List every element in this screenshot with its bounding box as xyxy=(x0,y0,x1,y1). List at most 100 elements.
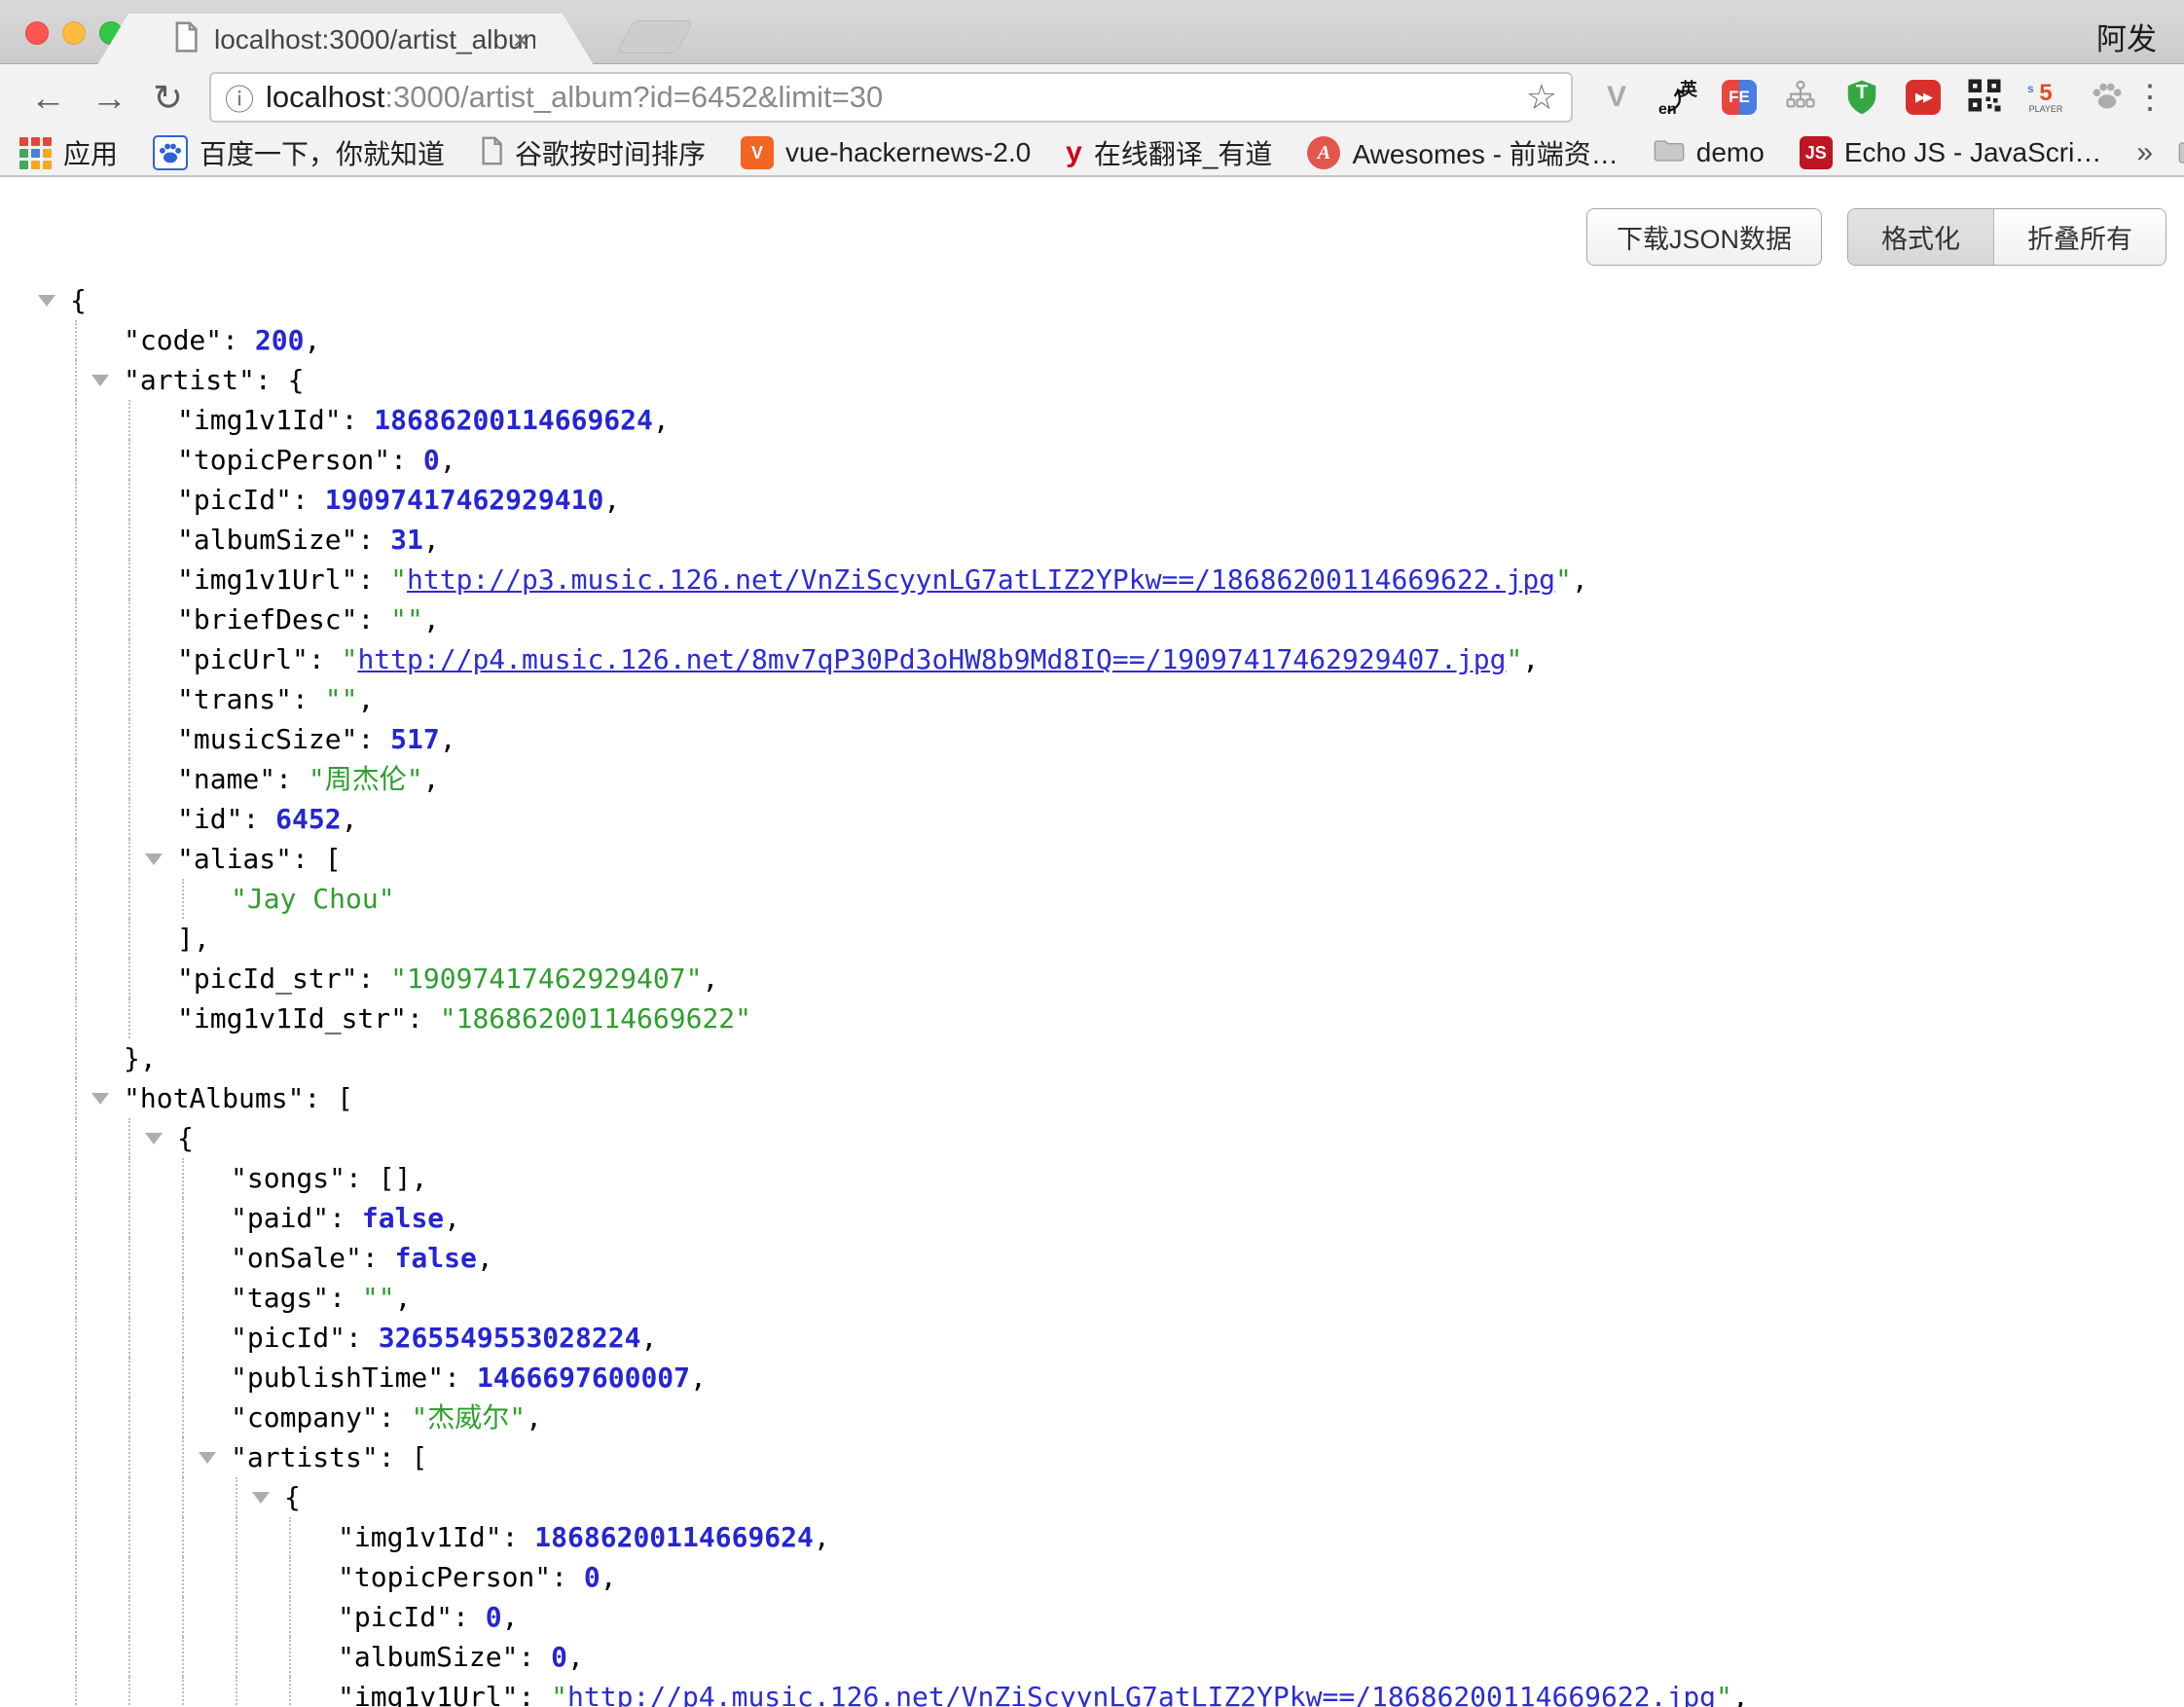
json-key: "picId" xyxy=(231,1322,346,1354)
json-link[interactable]: http://p3.music.126.net/VnZiScyynLG7atLI… xyxy=(407,563,1555,596)
indent-guide-line xyxy=(128,839,130,879)
new-tab-button[interactable] xyxy=(616,20,694,54)
indent-guide-line xyxy=(182,1677,184,1707)
collapse-arrow-icon[interactable] xyxy=(199,1452,216,1464)
collapse-arrow-icon[interactable] xyxy=(145,1133,163,1144)
address-bar[interactable]: ⓘ localhost:3000/artist_album?id=6452&li… xyxy=(209,72,1573,123)
json-comma: , xyxy=(603,484,620,516)
shield-icon[interactable]: T xyxy=(1841,77,1882,118)
indent-guide-line xyxy=(289,1517,291,1557)
json-line-code: "picId": 3265549553028224, xyxy=(0,1318,657,1358)
json-punct: ], xyxy=(177,923,210,955)
json-line-code: "img1v1Id": 18686200114669624, xyxy=(0,1517,830,1557)
html5-player-icon[interactable]: s5PLAYER xyxy=(2025,77,2066,118)
paw-icon[interactable] xyxy=(2087,77,2128,118)
indent-guide-line xyxy=(128,1278,130,1318)
json-comma: , xyxy=(440,444,456,476)
json-key: "code" xyxy=(124,324,222,356)
indent-guide-line xyxy=(128,1118,130,1158)
close-window-button[interactable] xyxy=(25,21,49,45)
json-link[interactable]: http://p4.music.126.net/VnZiScyynLG7atLI… xyxy=(567,1681,1716,1707)
indent-guide-line xyxy=(236,1557,237,1597)
json-line: "name": "周杰伦", xyxy=(0,759,2184,799)
fe-icon[interactable]: FE xyxy=(1719,77,1760,118)
format-button[interactable]: 格式化 xyxy=(1848,209,1993,265)
json-number: 6452 xyxy=(275,803,341,835)
indent-guide-line xyxy=(182,1437,184,1477)
bookmark-google-sorted[interactable]: 谷歌按时间排序 xyxy=(480,133,706,172)
bookmark-vue-hackernews-glyph-icon: V xyxy=(741,136,774,169)
json-number: 0 xyxy=(584,1561,601,1593)
json-punct: { xyxy=(288,364,305,396)
bookmark-star-icon[interactable]: ☆ xyxy=(1526,77,1557,118)
indent-guide-line xyxy=(75,320,77,360)
collapse-arrow-icon[interactable] xyxy=(145,854,163,865)
json-comma: , xyxy=(304,324,320,356)
collapse-arrow-icon[interactable] xyxy=(91,375,109,386)
tab-close-icon[interactable]: × xyxy=(512,24,529,57)
vue-devtools-icon[interactable]: V xyxy=(1596,77,1637,118)
json-line: "tags": "", xyxy=(0,1278,2184,1318)
download-json-button[interactable]: 下载JSON数据 xyxy=(1586,208,1822,266)
bookmark-awesomes[interactable]: AAwesomes - 前端资… xyxy=(1307,133,1618,172)
fastforward-glyph-icon: ▶▶ xyxy=(1906,80,1941,115)
collapse-arrow-icon[interactable] xyxy=(38,295,55,307)
json-link[interactable]: http://p4.music.126.net/8mv7qP30Pd3oHW8b… xyxy=(357,643,1506,675)
html5-glyph-icon: s5PLAYER xyxy=(2029,82,2063,114)
json-string: "周杰伦" xyxy=(309,763,423,795)
indent-guide-line xyxy=(236,1597,237,1637)
json-line: "hotAlbums": [ xyxy=(0,1078,2184,1118)
bookmark-youdao[interactable]: y在线翻译_有道 xyxy=(1066,133,1272,172)
json-comma: , xyxy=(702,962,718,995)
indent-guide-line xyxy=(182,1278,184,1318)
indent-guide-line xyxy=(128,1158,130,1198)
collapse-all-button[interactable]: 折叠所有 xyxy=(1993,209,2166,265)
json-number: 18686200114669624 xyxy=(374,404,653,436)
browser-tab[interactable]: localhost:3000/artist_album?id × xyxy=(97,14,594,65)
forward-button[interactable]: → xyxy=(91,80,127,116)
bookmarks-overflow-icon[interactable]: » xyxy=(2136,136,2153,169)
title-bar: localhost:3000/artist_album?id × 阿发 xyxy=(0,0,2184,64)
collapse-arrow-icon[interactable] xyxy=(252,1492,270,1504)
bookmark-label: 百度一下，你就知道 xyxy=(200,133,445,172)
profile-name[interactable]: 阿发 xyxy=(2096,15,2157,58)
json-line-code: "hotAlbums": [ xyxy=(0,1078,353,1118)
page-info-icon[interactable]: ⓘ xyxy=(225,76,254,119)
reload-button[interactable]: ↻ xyxy=(153,80,183,116)
json-key: "musicSize" xyxy=(177,723,357,755)
indent-guide-line xyxy=(289,1677,291,1707)
bookmark-apps[interactable]: 应用 xyxy=(19,133,118,172)
browser-menu-icon[interactable]: ⋮ xyxy=(2133,78,2166,117)
json-key: "songs" xyxy=(231,1162,346,1194)
minimize-window-button[interactable] xyxy=(62,21,86,45)
indent-guide-line xyxy=(75,1358,77,1398)
indent-guide-line xyxy=(182,1557,184,1597)
bookmark-vue-hackernews[interactable]: Vvue-hackernews-2.0 xyxy=(741,133,1031,172)
json-comma: , xyxy=(411,1162,427,1194)
back-button[interactable]: ← xyxy=(30,80,66,116)
qr-code-icon[interactable] xyxy=(1964,77,2005,118)
json-line-code: "albumSize": 0, xyxy=(0,1637,584,1677)
indent-guide-line xyxy=(75,959,77,999)
json-colon: : xyxy=(357,603,390,636)
json-number: 31 xyxy=(390,524,423,556)
bookmark-echojs-glyph-icon: JS xyxy=(1800,136,1833,169)
grid-dot xyxy=(43,137,52,146)
bookmark-baidu[interactable]: 百度一下，你就知道 xyxy=(153,133,445,172)
indent-guide-line xyxy=(128,1198,130,1238)
json-line-code: "img1v1Url": "http://p4.music.126.net/Vn… xyxy=(0,1677,1749,1707)
indent-guide-line xyxy=(128,1637,130,1677)
other-bookmarks-folder[interactable]: 其他书签 xyxy=(2178,133,2184,172)
collapse-arrow-icon[interactable] xyxy=(91,1093,109,1105)
sitemap-icon[interactable] xyxy=(1780,77,1821,118)
bookmark-demo[interactable]: demo xyxy=(1654,133,1765,172)
json-line-code: "img1v1Id_str": "18686200114669622" xyxy=(0,999,751,1038)
json-line: "artist": { xyxy=(0,360,2184,400)
json-colon: : xyxy=(292,843,325,875)
json-line-code: "artist": { xyxy=(0,360,304,400)
fastforward-icon[interactable]: ▶▶ xyxy=(1903,77,1944,118)
translate-icon[interactable]: ⤴英en xyxy=(1657,77,1698,118)
bookmark-echojs[interactable]: JSEcho JS - JavaScri… xyxy=(1800,133,2102,172)
extensions-area: V ⤴英en FE T ▶▶ s5PLAYER xyxy=(1596,77,2128,118)
indent-guide-line xyxy=(128,1517,130,1557)
